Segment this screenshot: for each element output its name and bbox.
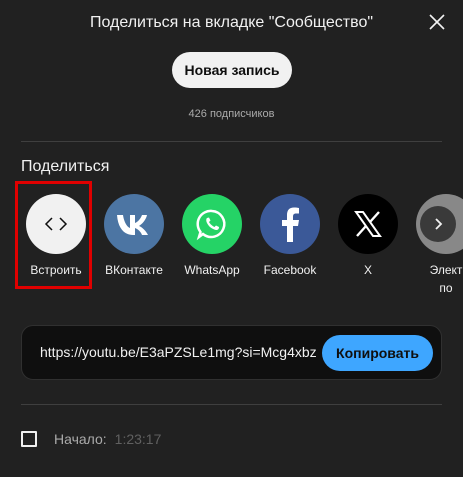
embed-code-icon <box>26 194 86 254</box>
divider-bottom <box>21 404 442 405</box>
share-label-x: X <box>363 263 372 277</box>
share-link-box: https://youtu.be/E3aPZSLe1mg?si=Mcg4xbz … <box>21 325 442 380</box>
share-item-vk[interactable]: ВКонтакте <box>95 194 173 278</box>
share-label-embed: Встроить <box>30 263 82 277</box>
dialog-title: Поделиться на вкладке "Сообщество" <box>89 14 374 31</box>
divider-top <box>21 141 442 142</box>
share-heading: Поделиться <box>21 158 110 175</box>
start-time-input[interactable]: 1:23:17 <box>115 431 162 447</box>
share-label-email-line2: по <box>439 281 453 295</box>
whatsapp-icon <box>182 194 242 254</box>
share-dialog: Поделиться на вкладке "Сообщество" Новая… <box>0 0 463 477</box>
share-url-text[interactable]: https://youtu.be/E3aPZSLe1mg?si=Mcg4xbz <box>40 344 320 360</box>
share-targets-row: Встроить ВКонтакте WhatsApp Facebook X Э… <box>0 186 463 296</box>
start-time-checkbox[interactable] <box>21 431 37 447</box>
share-item-whatsapp[interactable]: WhatsApp <box>173 194 251 278</box>
share-item-x[interactable]: X <box>329 194 407 278</box>
share-item-facebook[interactable]: Facebook <box>251 194 329 278</box>
share-label-whatsapp: WhatsApp <box>184 263 240 277</box>
x-icon <box>338 194 398 254</box>
close-icon[interactable] <box>425 10 449 34</box>
start-time-label: Начало: <box>54 431 107 447</box>
share-item-embed[interactable]: Встроить <box>17 194 95 278</box>
copy-button[interactable]: Копировать <box>322 335 433 371</box>
subscriber-count: 426 подписчиков <box>188 108 275 120</box>
share-label-facebook: Facebook <box>263 263 317 277</box>
share-label-vk: ВКонтакте <box>105 263 163 277</box>
start-time-row: Начало: 1:23:17 <box>21 428 161 450</box>
new-post-button[interactable]: Новая запись <box>172 52 292 88</box>
share-label-email-line1: Элект <box>429 263 463 277</box>
facebook-icon <box>260 194 320 254</box>
chevron-right-icon[interactable] <box>420 206 456 242</box>
share-label-email: Элект по <box>407 263 463 296</box>
vk-icon <box>104 194 164 254</box>
